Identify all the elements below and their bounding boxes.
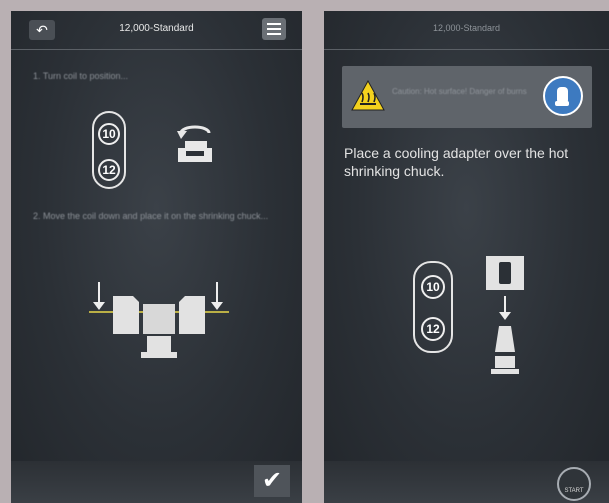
right-screen: 12,000-Standard Caution: Hot surface! Da… (324, 11, 609, 503)
size-10-label: 10 (98, 123, 120, 145)
checkmark-icon: ✔ (261, 467, 283, 494)
hot-surface-warning-icon (351, 80, 385, 111)
top-bar: 12,000-Standard (324, 11, 609, 50)
screen-title: 12,000-Standard (432, 23, 501, 33)
size-selector[interactable]: 10 12 (92, 111, 126, 189)
footer-bar: START (324, 461, 609, 503)
warning-text: Caution: Hot surface! Danger of burns (392, 87, 527, 96)
info-button[interactable] (543, 76, 583, 116)
step-1-text: 1. Turn coil to position... (33, 71, 129, 81)
size-12-label: 12 (421, 317, 445, 341)
size-12-label: 12 (98, 159, 120, 181)
top-bar: ↶ 12,000-Standard (11, 11, 302, 50)
confirm-button[interactable]: ✔ (254, 465, 290, 497)
left-screen: ↶ 12,000-Standard 1. Turn coil to positi… (11, 11, 302, 503)
hamburger-menu-icon (267, 23, 281, 25)
menu-button[interactable] (262, 18, 286, 40)
screen-title: 12,000-Standard (119, 23, 194, 34)
glove-info-icon (555, 87, 569, 106)
footer-bar: ✔ (11, 461, 302, 503)
cooling-adapter-illustration-icon (486, 256, 524, 374)
coil-down-illustration-icon (89, 282, 229, 358)
start-label: START (564, 488, 584, 494)
size-10-label: 10 (421, 275, 445, 299)
instruction-text: Place a cooling adapter over the hot shr… (344, 145, 569, 179)
step-2-text: 2. Move the coil down and place it on th… (33, 211, 269, 221)
size-selector[interactable]: 10 12 (413, 261, 453, 353)
warning-banner: Caution: Hot surface! Danger of burns (342, 66, 592, 128)
rotate-coil-icon (177, 125, 212, 162)
start-button[interactable]: START (557, 467, 591, 501)
